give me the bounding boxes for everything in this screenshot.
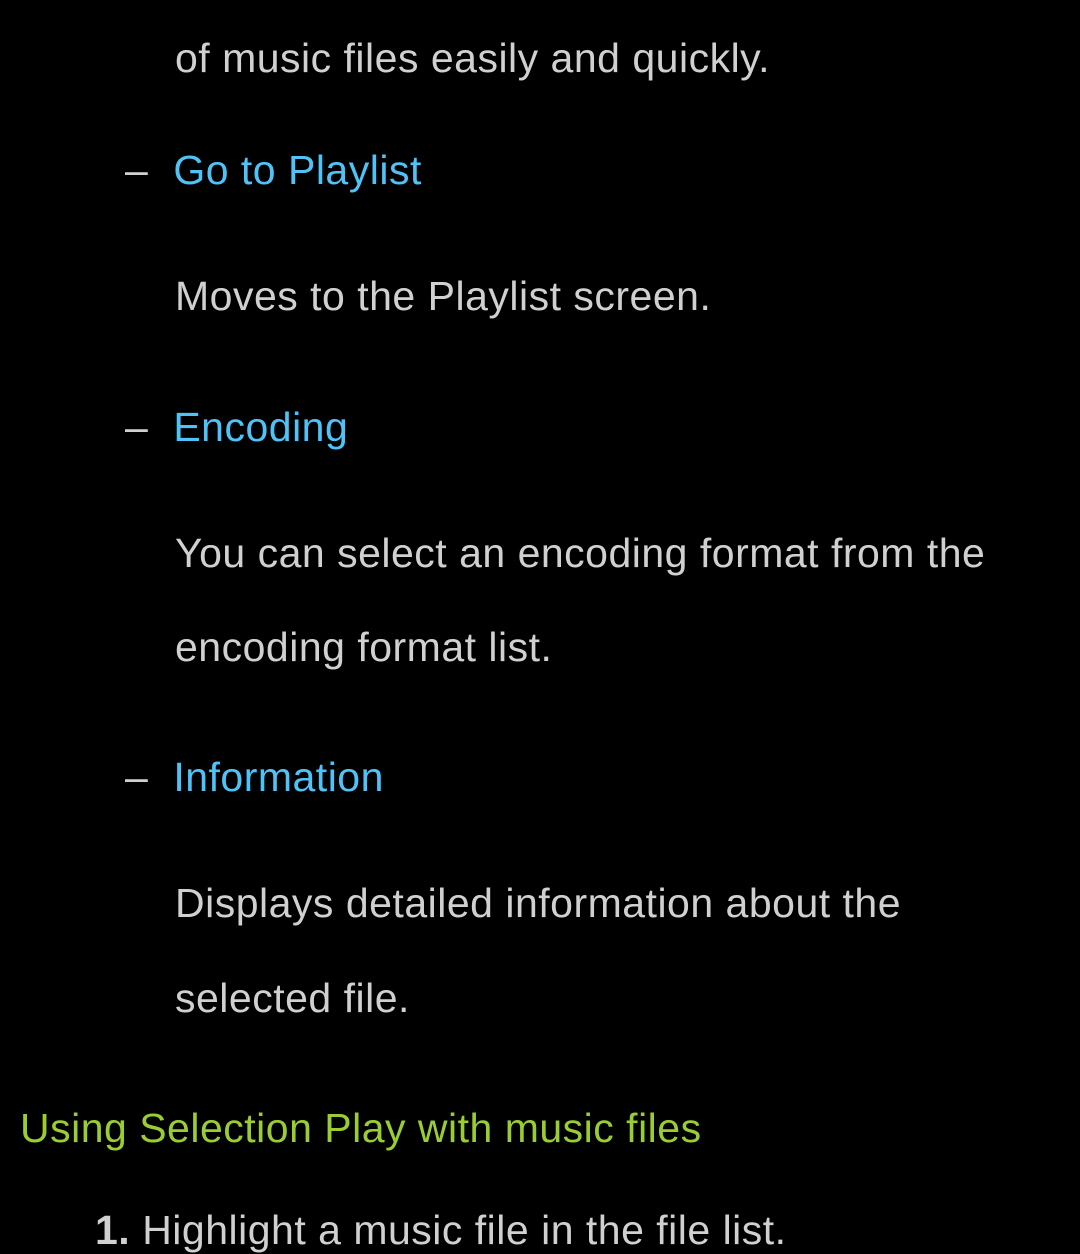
dash-icon: – — [125, 754, 148, 801]
item-body-text: Displays detailed information about the … — [175, 856, 1060, 1045]
intro-tail-text: of music files easily and quickly. — [175, 30, 1060, 87]
list-item-encoding: – Encoding — [125, 404, 1060, 451]
section-heading: Using Selection Play with music files — [20, 1105, 1060, 1152]
dash-icon: – — [125, 147, 148, 194]
ordered-list-item-1: 1. Highlight a music file in the file li… — [95, 1207, 1060, 1254]
dash-icon: – — [125, 404, 148, 451]
list-item-information: – Information — [125, 754, 1060, 801]
item-text: Highlight a music file in the file list. — [142, 1207, 786, 1254]
item-title: Information — [173, 754, 384, 801]
item-number: 1. — [95, 1207, 130, 1254]
item-title: Go to Playlist — [173, 147, 422, 194]
item-body-text: Moves to the Playlist screen. — [175, 249, 1060, 343]
list-item-go-to-playlist: – Go to Playlist — [125, 147, 1060, 194]
item-body-text: You can select an encoding format from t… — [175, 506, 1060, 695]
item-title: Encoding — [173, 404, 348, 451]
